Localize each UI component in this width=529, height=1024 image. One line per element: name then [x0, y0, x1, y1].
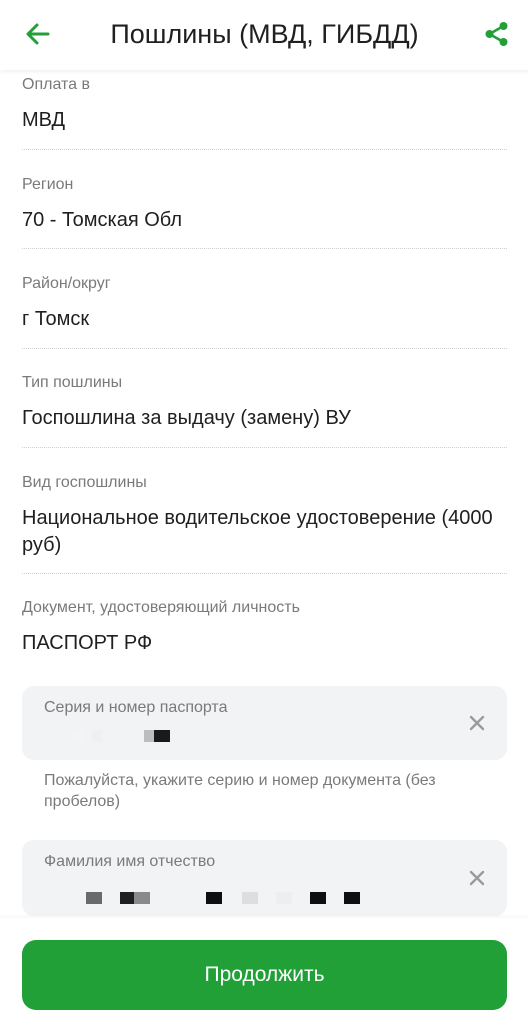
field-value: Национальное водительское удостоверение … [22, 507, 493, 556]
field-region[interactable]: Регион 70 - Томская Обл [22, 175, 507, 234]
field-fee-kind[interactable]: Вид госпошлины Национальное водительское… [22, 473, 507, 559]
passport-number-input[interactable]: Серия и номер паспорта [22, 686, 507, 760]
divider [22, 447, 507, 448]
full-name-value-redacted [44, 892, 424, 912]
field-value: ПАСПОРТ РФ [22, 632, 153, 654]
bottom-action-bar: Продолжить [0, 918, 529, 1024]
field-value: г Томск [22, 308, 90, 330]
field-label: Вид госпошлины [22, 474, 147, 491]
continue-button[interactable]: Продолжить [22, 940, 507, 1010]
field-fee-type[interactable]: Тип пошлины Госпошлина за выдачу (замену… [22, 373, 507, 432]
field-label: Регион [22, 176, 74, 193]
app-header: Пошлины (МВД, ГИБДД) [0, 0, 529, 70]
field-label: Документ, удостоверяющий личность [22, 599, 300, 616]
clear-button[interactable] [465, 866, 489, 890]
share-icon [485, 22, 508, 46]
full-name-input[interactable]: Фамилия имя отчество [22, 840, 507, 916]
arrow-left-icon [26, 23, 50, 45]
input-label: Серия и номер паспорта [44, 699, 228, 716]
field-district[interactable]: Район/округ г Томск [22, 274, 507, 333]
back-button[interactable] [18, 14, 58, 54]
divider [22, 149, 507, 150]
clear-button[interactable] [465, 711, 489, 735]
passport-hint: Пожалуйста, укажите серию и номер докуме… [44, 772, 436, 810]
field-payment-to: Оплата в МВД [22, 75, 507, 134]
field-value: 70 - Томская Обл [22, 209, 183, 231]
divider [22, 573, 507, 574]
divider [22, 248, 507, 249]
field-label: Оплата в [22, 76, 90, 93]
field-value: Госпошлина за выдачу (замену) ВУ [22, 407, 351, 429]
divider [22, 348, 507, 349]
field-label: Район/округ [22, 275, 111, 292]
close-icon [469, 870, 485, 886]
field-value: МВД [22, 109, 66, 131]
share-button[interactable] [477, 14, 517, 54]
input-label: Фамилия имя отчество [44, 853, 216, 870]
field-label: Тип пошлины [22, 374, 123, 391]
page-title: Пошлины (МВД, ГИБДД) [110, 19, 419, 49]
passport-number-value-redacted [44, 730, 424, 750]
close-icon [469, 715, 485, 731]
field-id-document[interactable]: Документ, удостоверяющий личность ПАСПОР… [22, 598, 507, 657]
